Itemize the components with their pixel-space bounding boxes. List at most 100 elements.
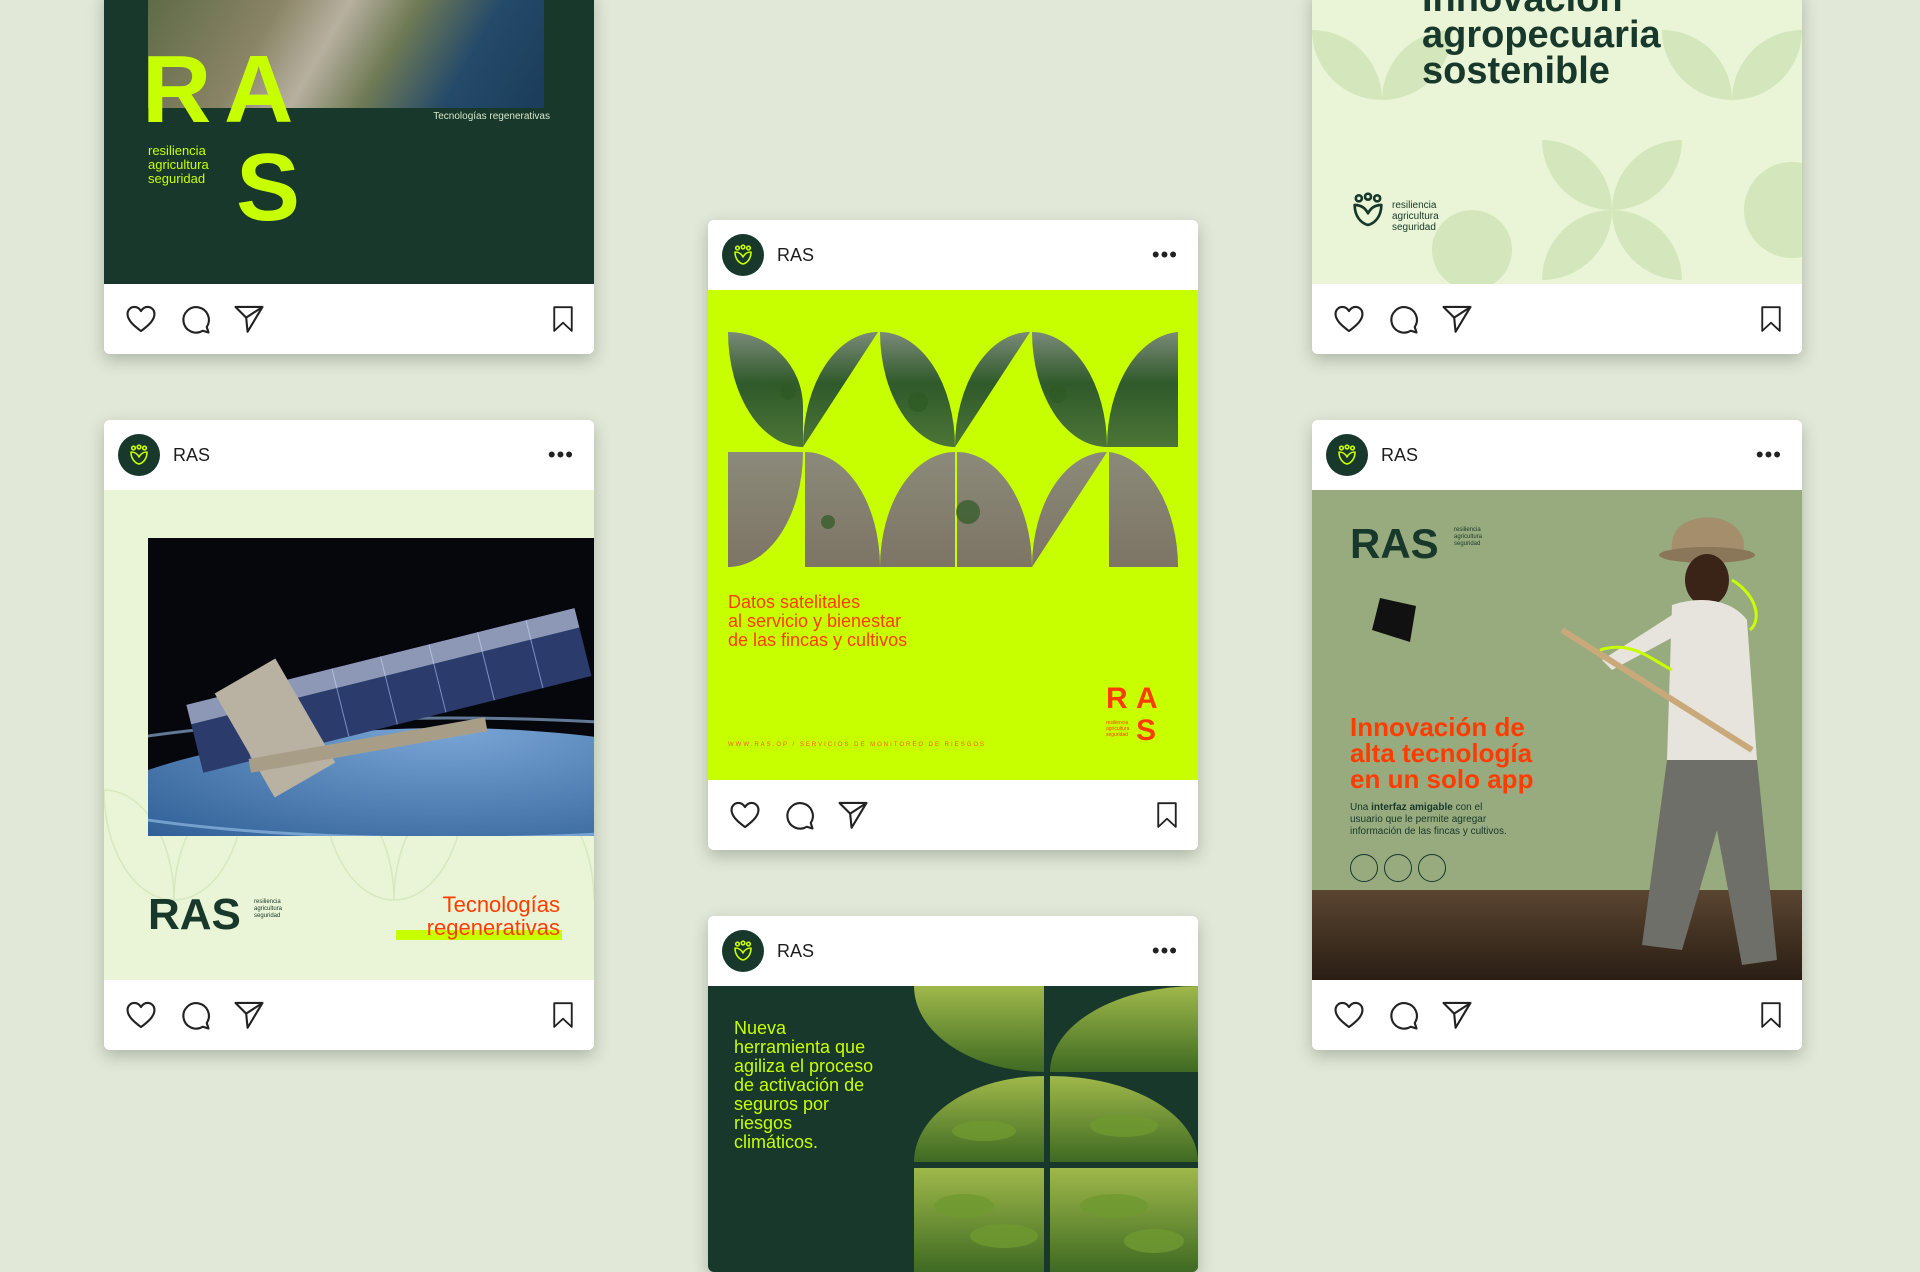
hand-icon bbox=[1350, 854, 1378, 882]
post-actions bbox=[1312, 980, 1802, 1050]
comment-icon[interactable] bbox=[178, 302, 212, 336]
account-avatar[interactable] bbox=[722, 930, 764, 972]
post-image-3[interactable]: Datos satelitales al servicio y bienesta… bbox=[708, 290, 1198, 780]
headline-line-1: Nueva bbox=[734, 1018, 787, 1038]
more-icon[interactable]: ••• bbox=[542, 438, 580, 472]
logo-tagline-line-3: seguridad bbox=[1106, 732, 1128, 738]
account-name[interactable]: RAS bbox=[1381, 445, 1418, 466]
headline-line-2: al servicio y bienestar bbox=[728, 611, 902, 631]
post-image-4[interactable]: RAS resiliencia agricultura seguridad Te… bbox=[104, 490, 594, 980]
heart-icon[interactable] bbox=[1332, 302, 1366, 336]
ras-logo-icon bbox=[731, 243, 755, 267]
send-icon[interactable] bbox=[232, 302, 266, 336]
logo-wordmark: RAS bbox=[148, 890, 241, 939]
comment-icon[interactable] bbox=[782, 798, 816, 832]
bookmark-icon[interactable] bbox=[1756, 302, 1786, 336]
post-footer: WWW.RAS.OP / SERVICIOS DE MONITOREO DE R… bbox=[728, 742, 987, 748]
ras-logo-icon bbox=[731, 939, 755, 963]
post-image-5[interactable]: RAS resiliencia agricultura seguridad In… bbox=[1312, 490, 1802, 980]
post-card-6: RAS ••• Nueva herramienta que agiliza el… bbox=[708, 916, 1198, 1272]
body-bold: interfaz amigable bbox=[1371, 802, 1453, 813]
title-line-2: regenerativas bbox=[426, 915, 560, 940]
post-header: RAS ••• bbox=[708, 916, 1198, 986]
headline-line-6: riesgos bbox=[734, 1113, 793, 1133]
more-icon[interactable]: ••• bbox=[1146, 238, 1184, 272]
comment-icon[interactable] bbox=[1386, 302, 1420, 336]
account-avatar[interactable] bbox=[118, 434, 160, 476]
body-line-2: usuario que le permite agregar bbox=[1350, 814, 1487, 825]
headline-line-7: climáticos. bbox=[734, 1132, 819, 1152]
headline-line-3: de las fincas y cultivos bbox=[728, 630, 908, 650]
post-card-4: RAS ••• RAS resiliencia agricultura segu… bbox=[104, 420, 594, 1050]
logo-tagline-line-2: agricultura bbox=[1392, 211, 1439, 222]
post-caption: Tecnologías regenerativas bbox=[433, 111, 550, 122]
send-icon[interactable] bbox=[1440, 302, 1474, 336]
account-name[interactable]: RAS bbox=[777, 245, 814, 266]
account-name[interactable]: RAS bbox=[173, 445, 210, 466]
ras-logo-icon bbox=[127, 443, 151, 467]
logo-letter-r: R bbox=[142, 36, 212, 143]
logo-letter-s: S bbox=[1136, 714, 1157, 747]
heart-icon[interactable] bbox=[728, 798, 762, 832]
logo-tagline-line-1: resiliencia bbox=[1392, 200, 1437, 211]
tagline-line-2: agricultura bbox=[148, 157, 209, 172]
tagline-line-1: resiliencia bbox=[148, 143, 206, 158]
bookmark-icon[interactable] bbox=[548, 302, 578, 336]
headline-line-5: seguros por bbox=[734, 1094, 830, 1114]
headline-line-1: Datos satelitales bbox=[728, 592, 861, 612]
post-image-6[interactable]: Nueva herramienta que agiliza el proceso… bbox=[708, 986, 1198, 1272]
post-card-2: Innovación agropecuaria sostenible resil… bbox=[1312, 0, 1802, 354]
heart-icon[interactable] bbox=[124, 302, 158, 336]
send-icon[interactable] bbox=[1440, 998, 1474, 1032]
post-card-3: RAS ••• Datos satelitales al servicio y … bbox=[708, 220, 1198, 850]
account-avatar[interactable] bbox=[722, 234, 764, 276]
ras-logo-icon bbox=[1348, 188, 1388, 232]
comment-icon[interactable] bbox=[178, 998, 212, 1032]
logo-tagline-line-2: agricultura bbox=[1454, 534, 1483, 540]
post-header: RAS ••• bbox=[104, 420, 594, 490]
farmer-photo bbox=[1560, 517, 1777, 965]
bookmark-icon[interactable] bbox=[1756, 998, 1786, 1032]
send-icon[interactable] bbox=[836, 798, 870, 832]
headline-line-3: sostenible bbox=[1422, 50, 1610, 92]
headline-line-3: agiliza el proceso bbox=[734, 1056, 874, 1076]
post-header: RAS ••• bbox=[708, 220, 1198, 290]
heart-icon[interactable] bbox=[1332, 998, 1366, 1032]
post-image-2[interactable]: Innovación agropecuaria sostenible resil… bbox=[1312, 0, 1802, 284]
banana-photo-collage bbox=[914, 986, 1198, 1272]
post-image-1[interactable]: R A S resiliencia agricultura seguridad … bbox=[104, 0, 594, 284]
headline-line-2: herramienta que bbox=[734, 1037, 866, 1057]
shield-icon bbox=[1418, 854, 1446, 882]
bookmark-icon[interactable] bbox=[548, 998, 578, 1032]
body-prefix: Una bbox=[1350, 802, 1372, 813]
logo-tagline-line-3: seguridad bbox=[1392, 222, 1436, 233]
send-icon[interactable] bbox=[232, 998, 266, 1032]
logo-tagline-line-2: agricultura bbox=[254, 906, 283, 912]
post-actions bbox=[104, 284, 594, 354]
more-icon[interactable]: ••• bbox=[1750, 438, 1788, 472]
satellite-photo bbox=[148, 538, 594, 836]
logo-tagline-line-3: seguridad bbox=[254, 913, 281, 919]
post-card-1: R A S resiliencia agricultura seguridad … bbox=[104, 0, 594, 354]
more-icon[interactable]: ••• bbox=[1146, 934, 1184, 968]
body-line-1: Una interfaz amigable con el bbox=[1350, 802, 1482, 813]
network-icon bbox=[1384, 854, 1412, 882]
feature-icons bbox=[1350, 854, 1446, 882]
account-avatar[interactable] bbox=[1326, 434, 1368, 476]
comment-icon[interactable] bbox=[1386, 998, 1420, 1032]
headline-line-3: en un solo app bbox=[1350, 764, 1534, 794]
logo-letter-a: A bbox=[1136, 682, 1158, 715]
body-rest: con el bbox=[1452, 802, 1483, 813]
logo-wordmark: RAS bbox=[1350, 520, 1439, 567]
bookmark-icon[interactable] bbox=[1152, 798, 1182, 832]
headline-line-4: de activación de bbox=[734, 1075, 865, 1095]
logo-tagline-line-1: resiliencia bbox=[254, 899, 281, 905]
logo-letter-r: R bbox=[1106, 682, 1128, 715]
account-name[interactable]: RAS bbox=[777, 941, 814, 962]
logo-letter-s: S bbox=[236, 134, 301, 241]
tagline-line-3: seguridad bbox=[148, 171, 206, 186]
ras-logo-icon bbox=[1335, 443, 1359, 467]
heart-icon[interactable] bbox=[124, 998, 158, 1032]
post-actions bbox=[708, 780, 1198, 850]
post-actions bbox=[104, 980, 594, 1050]
